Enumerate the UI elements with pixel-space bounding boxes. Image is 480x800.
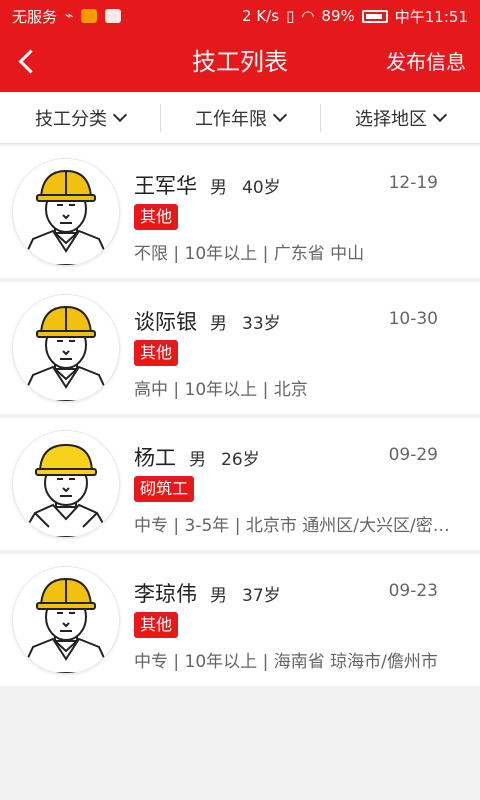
app-notification-icon [81, 9, 98, 23]
chevron-down-icon [432, 107, 448, 123]
worker-avatar [13, 567, 119, 673]
filter-years-label: 工作年限 [195, 108, 267, 130]
worker-helmet-avatar-icon [13, 295, 119, 401]
worker-detail: 不限 | 10年以上 | 广东省 中山 [134, 244, 365, 264]
worker-detail: 高中 | 10年以上 | 北京 [134, 380, 308, 400]
trade-tag: 其他 [134, 612, 179, 638]
filter-region-label: 选择地区 [355, 108, 427, 130]
worker-age: 26岁 [221, 450, 260, 470]
worker-age: 33岁 [242, 314, 281, 334]
network-speed: 2 K/s [242, 7, 280, 25]
message-notification-icon [105, 9, 122, 23]
filter-region[interactable]: 选择地区 [320, 92, 480, 143]
worker-name: 李琼伟 [134, 582, 197, 606]
clock: 中午11:51 [394, 7, 468, 26]
battery-icon [361, 9, 388, 23]
trade-tag: 其他 [134, 340, 179, 366]
publish-info-button[interactable]: 发布信息 [386, 32, 466, 92]
status-bar: 无服务 ⌁ 2 K/s ▯ ◠ 89% 中午11:51 [0, 0, 480, 32]
vibrate-icon: ▯ [286, 7, 295, 25]
worker-gender: 男 [189, 450, 206, 470]
worker-card[interactable]: 谈际银 男 33岁 10-30 其他 高中 | 10年以上 | 北京 [0, 282, 480, 414]
trade-tag: 其他 [134, 204, 179, 230]
worker-avatar [13, 431, 119, 537]
post-date: 09-23 [388, 581, 438, 601]
worker-helmet-avatar-icon [13, 159, 119, 265]
worker-avatar [13, 295, 119, 401]
worker-detail: 中专 | 3-5年 | 北京市 通州区/大兴区/密云区 [134, 516, 464, 536]
battery-percent: 89% [321, 7, 355, 25]
worker-name: 杨工 [134, 446, 176, 470]
chevron-down-icon [112, 107, 128, 123]
worker-detail: 中专 | 10年以上 | 海南省 琼海市/儋州市 [134, 652, 438, 672]
nav-bar: 技工列表 发布信息 [0, 32, 480, 92]
worker-helmet-avatar-icon [13, 431, 119, 537]
usb-icon: ⌁ [65, 8, 74, 24]
worker-avatar [13, 159, 119, 265]
worker-gender: 男 [210, 586, 227, 606]
worker-gender: 男 [210, 314, 227, 334]
filter-category[interactable]: 技工分类 [0, 92, 160, 143]
post-date: 09-29 [388, 445, 438, 465]
filter-category-label: 技工分类 [35, 108, 107, 130]
trade-tag: 砌筑工 [134, 476, 195, 502]
worker-age: 40岁 [242, 178, 281, 198]
filter-years[interactable]: 工作年限 [160, 92, 320, 143]
worker-card[interactable]: 王军华 男 40岁 12-19 其他 不限 | 10年以上 | 广东省 中山 [0, 146, 480, 278]
worker-list: 王军华 男 40岁 12-19 其他 不限 | 10年以上 | 广东省 中山 谈… [0, 146, 480, 690]
worker-card[interactable]: 李琼伟 男 37岁 09-23 其他 中专 | 10年以上 | 海南省 琼海市/… [0, 554, 480, 686]
worker-age: 37岁 [242, 586, 281, 606]
back-arrow-icon[interactable] [10, 44, 46, 80]
post-date: 12-19 [388, 173, 438, 193]
worker-gender: 男 [210, 178, 227, 198]
filter-bar: 技工分类 工作年限 选择地区 [0, 92, 480, 144]
wifi-icon: ◠ [301, 7, 315, 25]
worker-card[interactable]: 杨工 男 26岁 09-29 砌筑工 中专 | 3-5年 | 北京市 通州区/大… [0, 418, 480, 550]
worker-helmet-avatar-icon [13, 567, 119, 673]
worker-name: 王军华 [134, 174, 197, 198]
carrier-label: 无服务 [12, 7, 58, 26]
chevron-down-icon [272, 107, 288, 123]
worker-name: 谈际银 [134, 310, 197, 334]
post-date: 10-30 [388, 309, 438, 329]
